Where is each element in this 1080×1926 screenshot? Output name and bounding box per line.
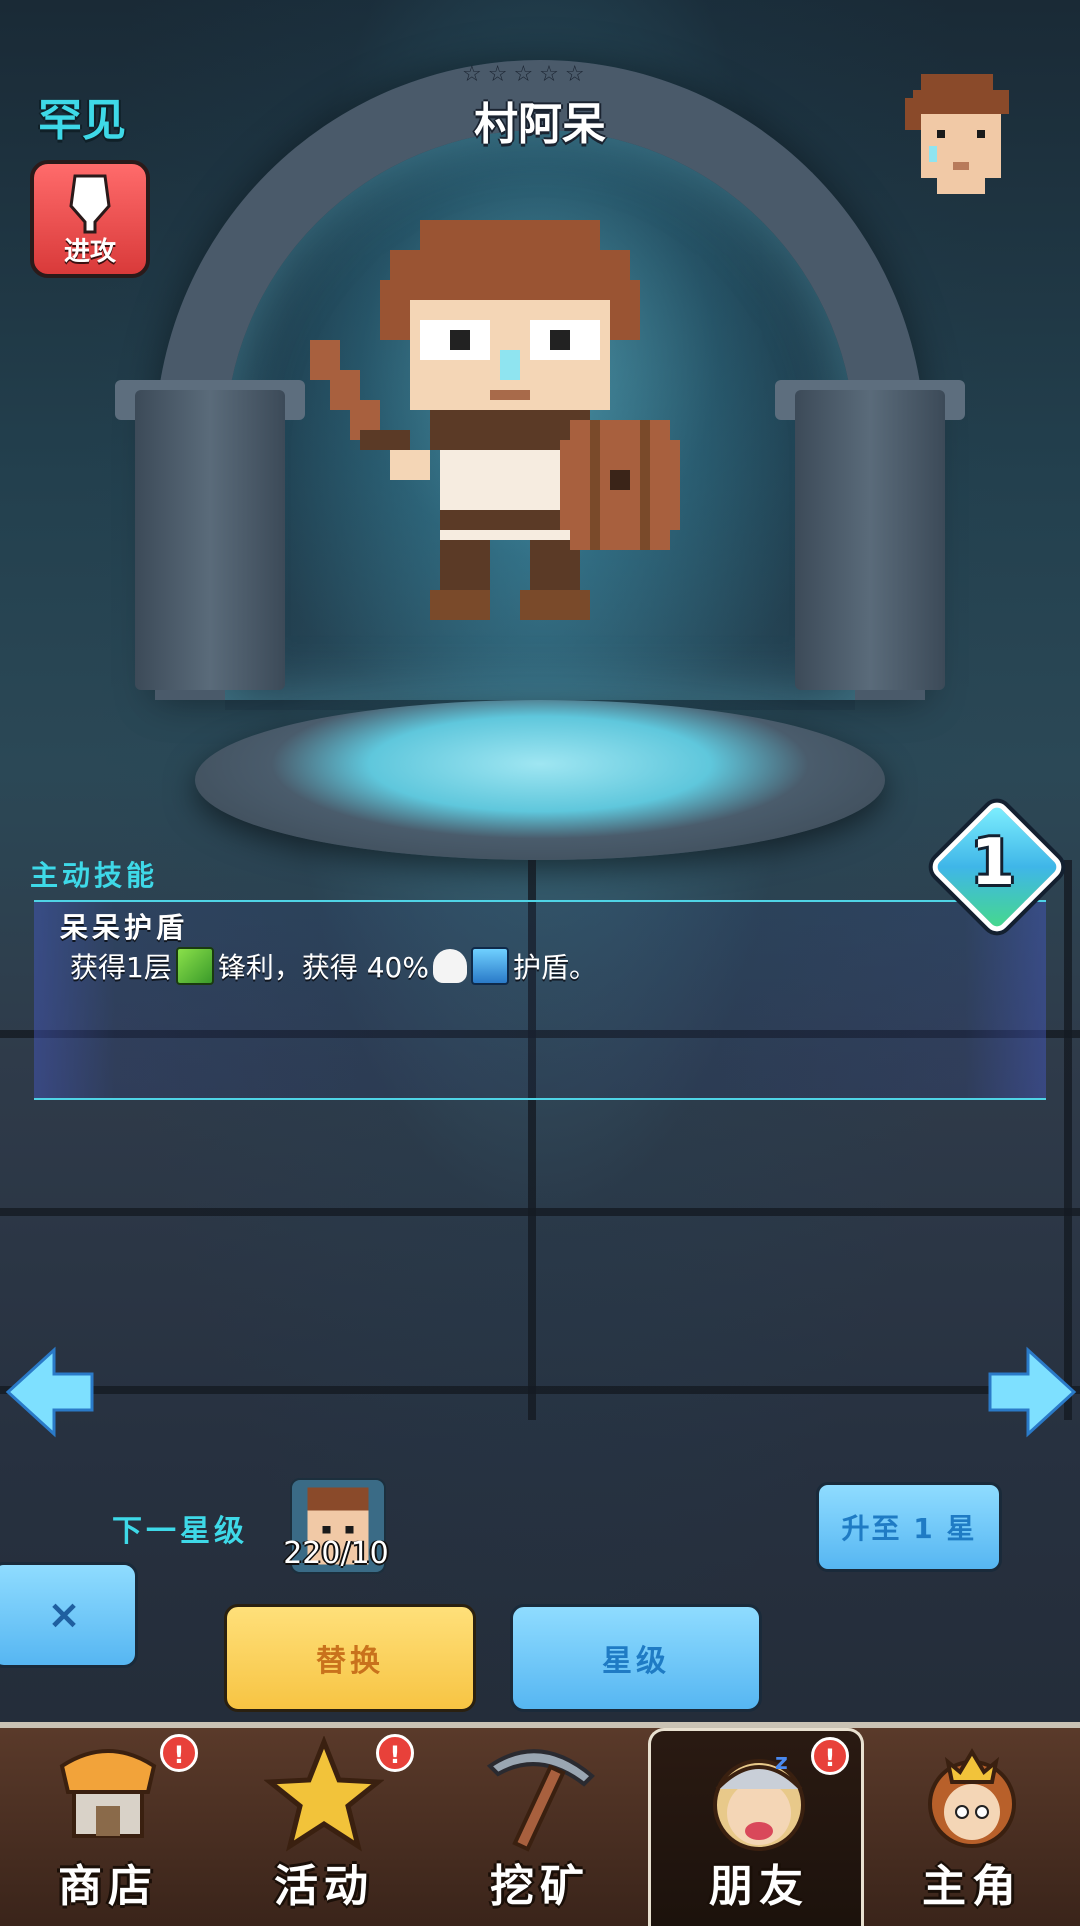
skill-level-badge: 1: [927, 797, 1067, 937]
skill-level-number: 1: [970, 826, 1016, 900]
arrow-left-icon: [5, 1346, 94, 1438]
shield-icon: [470, 947, 509, 985]
nav-hero-label: 主角: [922, 1861, 1022, 1912]
sharpness-sword-icon: [175, 947, 214, 985]
nav-events-label: 活动: [274, 1861, 374, 1912]
skill-desc-part1: 获得1层: [70, 951, 172, 984]
next-star-label: 下一星级: [112, 1514, 248, 1549]
prev-hero-arrow[interactable]: [4, 1344, 96, 1440]
strength-arm-icon: [432, 949, 467, 983]
arrow-right-icon: [988, 1346, 1077, 1438]
skill-desc-part3: 护盾。: [512, 951, 597, 984]
nav-friends[interactable]: z ! 朋友: [648, 1728, 864, 1926]
shard-count: 220/10: [283, 1536, 389, 1571]
active-skill-title: 主动技能: [30, 859, 159, 892]
hero-avatar-icon[interactable]: [905, 72, 1017, 200]
skill-desc-part2: 锋利，获得 40%: [217, 951, 429, 984]
nav-hero[interactable]: 主角: [864, 1728, 1080, 1926]
shop-icon: [59, 1749, 157, 1838]
hero-crown-icon: [928, 1748, 1016, 1848]
upgrade-star-button[interactable]: 升至 1 星: [816, 1482, 1002, 1572]
nav-shop-badge: !: [160, 1734, 198, 1772]
nav-events[interactable]: ! 活动: [216, 1728, 432, 1926]
star-rating: ☆☆☆☆☆: [462, 62, 591, 87]
skill-description: 获得1层 锋利，获得 40% 护盾。: [70, 946, 597, 986]
replace-button[interactable]: 替换: [224, 1604, 476, 1712]
svg-text:z: z: [775, 1750, 788, 1775]
nav-friends-badge: !: [811, 1737, 849, 1775]
skill-name: 呆呆护盾: [60, 911, 189, 944]
nav-mining[interactable]: 挖矿: [432, 1728, 648, 1926]
close-button[interactable]: ×: [0, 1562, 138, 1668]
attack-label: 进攻: [63, 237, 116, 267]
next-hero-arrow[interactable]: [986, 1344, 1078, 1440]
nav-events-badge: !: [376, 1734, 414, 1772]
sleeping-friend-icon: z: [713, 1750, 805, 1851]
nav-shop-label: 商店: [58, 1861, 158, 1912]
attack-icon: [69, 174, 111, 234]
hero-sprite: [310, 220, 770, 754]
attack-role-badge[interactable]: 进攻: [30, 160, 150, 278]
nav-friends-label: 朋友: [709, 1861, 809, 1912]
pillar-right: [795, 390, 945, 690]
star-level-button[interactable]: 星级: [510, 1604, 762, 1712]
nav-mining-label: 挖矿: [490, 1861, 590, 1912]
pillar-left: [135, 390, 285, 690]
star-icon: [264, 1736, 384, 1852]
pickaxe-icon: [486, 1749, 595, 1852]
bottom-nav: ! 商店 ! 活动 挖矿 z ! 朋友 主角: [0, 1722, 1080, 1926]
nav-shop[interactable]: ! 商店: [0, 1728, 216, 1926]
